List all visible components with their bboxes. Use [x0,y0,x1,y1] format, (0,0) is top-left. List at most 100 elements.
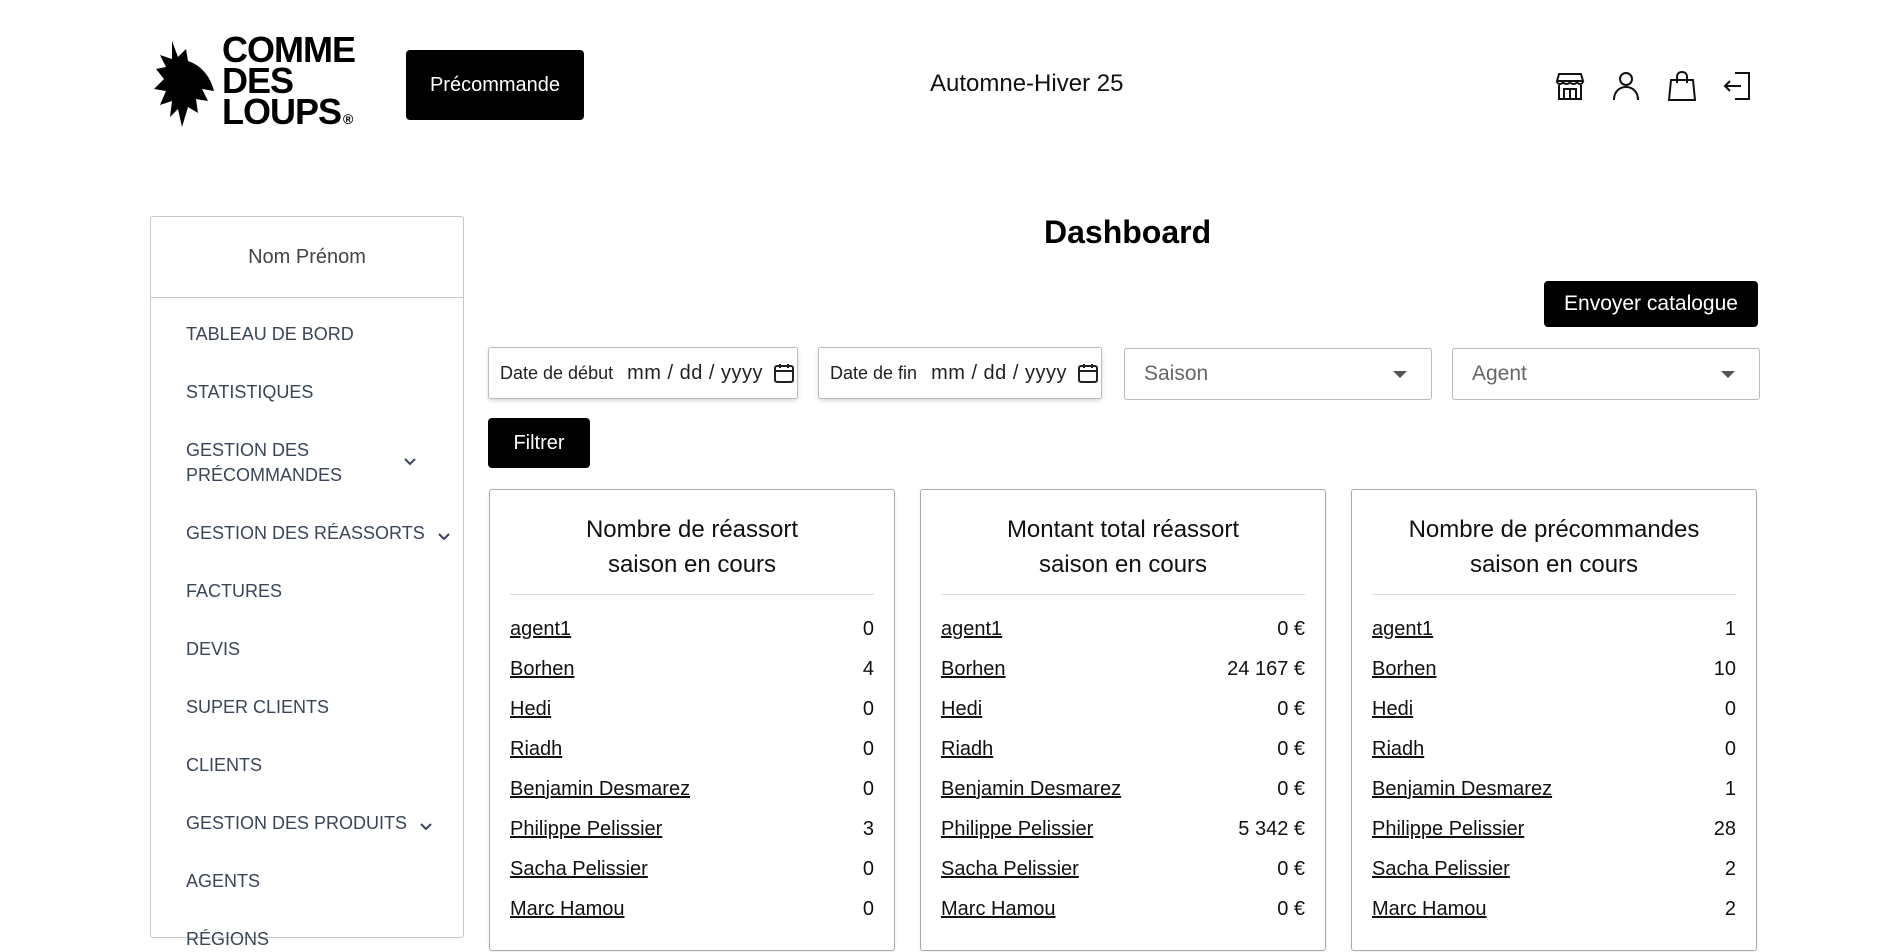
sidebar-item-label: SUPER CLIENTS [186,697,330,717]
table-row: agent1 0 [510,609,874,649]
agent-link[interactable]: Sacha Pelissier [1372,858,1510,881]
card-title-line: saison en cours [607,551,777,578]
table-row: Hedi 0 [1372,689,1736,729]
wolf-icon [154,41,214,127]
sidebar-item-tableau-de-bord[interactable]: TABLEAU DE BORD [186,322,463,347]
calendar-icon[interactable] [1077,362,1099,384]
season-select[interactable]: Saison [1124,348,1432,400]
card-precommande-count: Nombre de précommandes saison en cours a… [1351,489,1757,951]
caret-down-icon [1721,370,1735,378]
agent-link[interactable]: Riadh [941,738,993,761]
row-value: 3 [862,817,874,840]
agent-link[interactable]: agent1 [941,618,1002,641]
row-value: 28 [1713,817,1736,840]
row-value: 24 167 € [1227,657,1305,680]
row-value: 0 [1724,697,1736,720]
table-row: Sacha Pelissier 0 € [941,849,1305,889]
sidebar-item-gestion-precommandes[interactable]: GESTION DES PRÉCOMMANDES [186,438,463,488]
row-value: 0 € [1277,697,1305,720]
card-title: Nombre de précommandes saison en cours [1352,512,1756,582]
table-row: agent1 1 [1372,609,1736,649]
start-date-value[interactable]: mm / dd / yyyy [627,362,763,385]
chevron-down-icon [437,525,451,541]
user-icon[interactable] [1608,68,1644,104]
card-rows: agent1 1 Borhen 10 Hedi 0 Riadh 0 Benjamin Desma… [1372,609,1736,929]
row-value: 0 [862,617,874,640]
agent-link[interactable]: agent1 [510,618,571,641]
table-row: Hedi 0 [510,689,874,729]
agent-link[interactable]: Philippe Pelissier [941,818,1093,841]
brand-logo[interactable]: COMME DES LOUPS ® [152,31,372,132]
agent-link[interactable]: Benjamin Desmarez [510,778,690,801]
agent-link[interactable]: Riadh [1372,738,1424,761]
sidebar-item-label: FACTURES [186,581,283,601]
sidebar-item-devis[interactable]: DEVIS [186,637,463,662]
row-value: 1 [1724,777,1736,800]
sidebar-item-regions[interactable]: RÉGIONS [186,927,463,952]
row-value: 0 [862,857,874,880]
sidebar-item-gestion-reassorts[interactable]: GESTION DES RÉASSORTS [186,521,463,546]
table-row: Marc Hamou 0 [510,889,874,929]
sidebar-item-label: STATISTIQUES [186,382,314,402]
card-title: Montant total réassort saison en cours [921,512,1325,582]
agent-link[interactable]: agent1 [1372,618,1433,641]
shopping-bag-icon[interactable] [1664,68,1700,104]
agent-link[interactable]: Borhen [941,658,1006,681]
agent-link[interactable]: Philippe Pelissier [1372,818,1524,841]
row-value: 0 € [1277,857,1305,880]
agent-link[interactable]: Borhen [510,658,575,681]
agent-link[interactable]: Sacha Pelissier [510,858,648,881]
table-row: agent1 0 € [941,609,1305,649]
card-rows: agent1 0 € Borhen 24 167 € Hedi 0 € Riadh 0 € Be… [941,609,1305,929]
agent-link[interactable]: Borhen [1372,658,1437,681]
calendar-icon[interactable] [773,362,795,384]
logo-line-text: LOUPS [222,90,342,132]
agent-select-value: Agent [1472,362,1527,385]
sidebar-item-agents[interactable]: AGENTS [186,869,463,894]
store-icon[interactable] [1552,68,1588,104]
precommande-button[interactable]: Précommande [406,50,584,120]
page-title: Dashboard [1044,214,1212,250]
divider [510,594,874,595]
sidebar-nav: TABLEAU DE BORD STATISTIQUES GESTION DES… [151,298,463,952]
agent-link[interactable]: Marc Hamou [510,898,624,921]
agent-link[interactable]: Benjamin Desmarez [941,778,1121,801]
logout-icon[interactable] [1720,68,1756,104]
registered-mark: ® [343,110,353,127]
filter-button[interactable]: Filtrer [488,418,590,468]
agent-link[interactable]: Sacha Pelissier [941,858,1079,881]
card-title-line: Nombre de réassort [585,516,799,543]
agent-link[interactable]: Hedi [941,698,982,721]
end-date-field[interactable]: Date de fin mm / dd / yyyy [818,347,1102,399]
caret-down-icon [1393,370,1407,378]
agent-link[interactable]: Marc Hamou [941,898,1055,921]
table-row: Borhen 4 [510,649,874,689]
send-catalog-button[interactable]: Envoyer catalogue [1544,281,1758,327]
sidebar-item-clients[interactable]: CLIENTS [186,753,463,778]
chevron-down-icon [403,450,417,466]
agent-link[interactable]: Riadh [510,738,562,761]
sidebar-item-label: TABLEAU DE BORD [186,324,354,344]
agent-link[interactable]: Hedi [1372,698,1413,721]
row-value: 0 [862,697,874,720]
table-row: Philippe Pelissier 3 [510,809,874,849]
sidebar-item-gestion-produits[interactable]: GESTION DES PRODUITS [186,811,463,836]
table-row: Riadh 0 [1372,729,1736,769]
row-value: 5 342 € [1238,817,1305,840]
agent-link[interactable]: Marc Hamou [1372,898,1486,921]
table-row: Borhen 10 [1372,649,1736,689]
sidebar-item-super-clients[interactable]: SUPER CLIENTS [186,695,463,720]
row-value: 1 [1724,617,1736,640]
sidebar-item-factures[interactable]: FACTURES [186,579,463,604]
agent-link[interactable]: Hedi [510,698,551,721]
agent-link[interactable]: Benjamin Desmarez [1372,778,1552,801]
sidebar-item-statistiques[interactable]: STATISTIQUES [186,380,463,405]
agent-select[interactable]: Agent [1452,348,1760,400]
card-title-line: Nombre de précommandes [1408,516,1700,543]
table-row: Benjamin Desmarez 0 € [941,769,1305,809]
row-value: 0 € [1277,897,1305,920]
start-date-field[interactable]: Date de début mm / dd / yyyy [488,347,798,399]
agent-link[interactable]: Philippe Pelissier [510,818,662,841]
header-icons [1552,68,1756,104]
end-date-value[interactable]: mm / dd / yyyy [931,362,1067,385]
